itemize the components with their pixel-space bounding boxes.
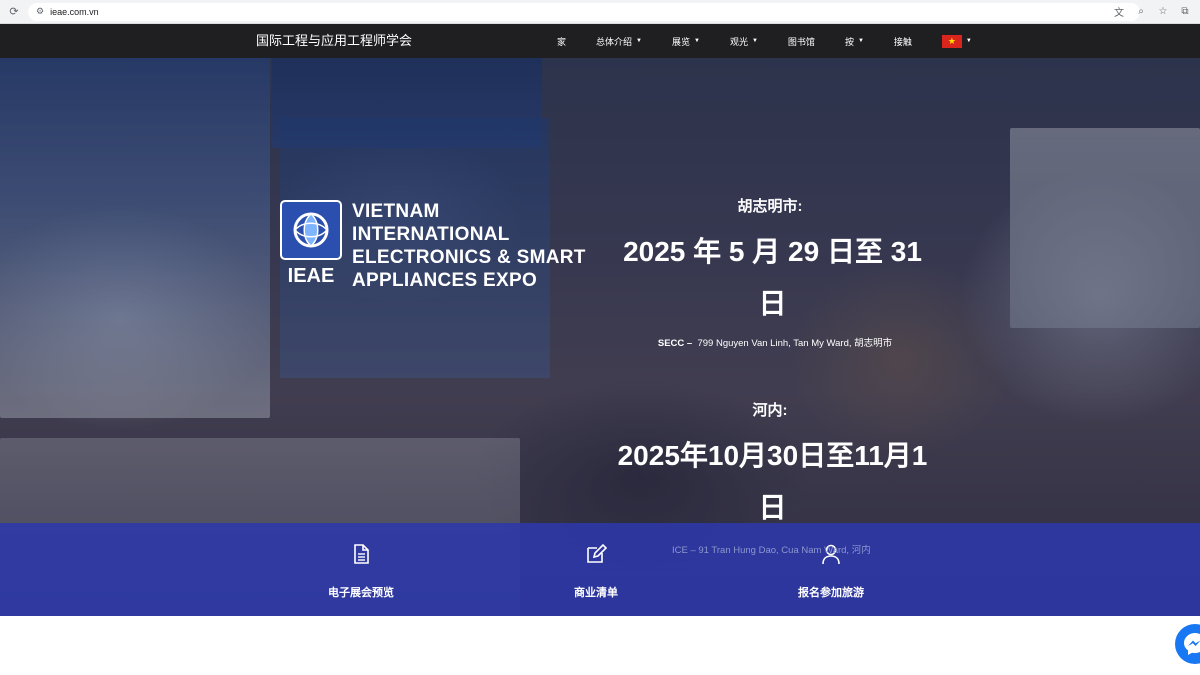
expo-name: VIETNAM INTERNATIONAL ELECTRONICS & SMAR… [352, 200, 586, 292]
tune-icon[interactable]: ⚙ [36, 6, 44, 17]
nav-label: 总体介绍 [596, 36, 633, 47]
translate-icon[interactable]: 文 [1112, 4, 1126, 19]
expo-name-line: INTERNATIONAL [352, 224, 510, 245]
nav-item-overview[interactable]: 总体介绍 ▼ [596, 35, 642, 48]
extensions-icon[interactable]: ⧉ [1178, 4, 1192, 18]
caret-down-icon: ▼ [694, 38, 700, 44]
language-selector[interactable]: ★ ▼ [941, 34, 972, 48]
document-icon [354, 544, 369, 564]
feature-label: 报名参加旅游 [798, 587, 864, 599]
hanoi-address: ICE – 91 Tran Hung Dao, Cua Nam Ward, 河内 [672, 545, 871, 556]
ieae-logo-mark: IEAE [280, 200, 342, 286]
site-navbar: 国际工程与应用工程师学会 家 总体介绍 ▼ 展览 ▼ 观光 ▼ 图书馆 按 ▼ 接触 ★… [0, 24, 1200, 58]
expo-name-line: APPLIANCES EXPO [352, 270, 538, 291]
edit-icon [587, 543, 607, 563]
expo-name-line: VIETNAM [352, 201, 440, 222]
caret-down-icon: ▼ [965, 38, 972, 44]
nav-label: 展览 [671, 36, 690, 47]
nav-item-library[interactable]: 图书馆 [788, 35, 815, 48]
feature-e-preview[interactable]: 电子展会预览 [291, 523, 431, 616]
feature-business-list[interactable]: 商业清单 [526, 523, 666, 616]
nav-item-exhibition[interactable]: 展览 ▼ [672, 35, 700, 48]
star-icon[interactable]: ☆ [1156, 4, 1170, 18]
caret-down-icon: ▼ [751, 38, 758, 44]
feature-label: 商业清单 [574, 587, 618, 599]
nav-label: 观光 [729, 36, 748, 47]
nav-label: 接触 [893, 36, 912, 47]
hanoi-dates-line: 2025年10月30日至11月1 [617, 440, 928, 471]
url-text: ieae.com.vn [50, 6, 99, 17]
feature-label: 电子展会预览 [328, 587, 394, 599]
hcm-dates: 2025 年 5 月 29 日至 31 日 [600, 226, 945, 330]
hanoi-city-label: 河内: [752, 402, 788, 419]
caret-down-icon: ▼ [857, 38, 864, 44]
hcm-dates-line: 2025 年 5 月 29 日至 31 [623, 236, 922, 267]
hcm-address: SECC – 799 Nguyen Van Linh, Tan My Ward,… [640, 335, 910, 349]
site-brand[interactable]: 国际工程与应用工程师学会 [256, 24, 412, 58]
browser-actions: 文 ⌕ ☆ ⧉ [1112, 4, 1192, 19]
expo-name-line: ELECTRONICS & SMART [352, 247, 586, 268]
nav-item-visit[interactable]: 观光 ▼ [730, 35, 758, 48]
nav-label: 家 [557, 36, 567, 47]
reload-icon[interactable]: ⟳ [6, 4, 22, 20]
hanoi-dates: 2025年10月30日至11月1 日 [590, 430, 955, 534]
nav-item-contact[interactable]: 接触 [894, 35, 912, 48]
browser-toolbar: ⟳ ⚙ ieae.com.vn 文 ⌕ ☆ ⧉ [0, 0, 1200, 24]
nav-label: 按 [844, 36, 854, 47]
vietnam-flag-icon: ★ [941, 34, 962, 48]
nav-item-press[interactable]: 按 ▼ [845, 35, 864, 48]
caret-down-icon: ▼ [636, 38, 642, 44]
nav-item-home[interactable]: 家 [557, 35, 566, 48]
messenger-icon [1184, 633, 1200, 655]
expo-logo: IEAE VIETNAM INTERNATIONAL ELECTRONICS &… [280, 200, 586, 292]
main-menu: 家 总体介绍 ▼ 展览 ▼ 观光 ▼ 图书馆 按 ▼ 接触 ★ ▼ [557, 24, 1002, 58]
feature-register-tour[interactable]: 报名参加旅游 [761, 523, 901, 616]
hcm-city-label: 胡志明市: [737, 198, 803, 215]
logo-abbr: IEAE [288, 265, 335, 286]
address-bar[interactable]: ⚙ ieae.com.vn [28, 2, 1140, 21]
nav-label: 图书馆 [787, 36, 815, 47]
hcm-venue: SECC – [657, 338, 693, 349]
messenger-chat-button[interactable] [1175, 624, 1200, 664]
zoom-icon[interactable]: ⌕ [1134, 4, 1148, 18]
feature-bar: 电子展会预览 商业清单 报名参加旅游 [0, 523, 1200, 616]
hcm-address-text: 799 Nguyen Van Linh, Tan My Ward, 胡志明市 [697, 338, 893, 349]
hcm-dates-line: 日 [758, 288, 787, 319]
